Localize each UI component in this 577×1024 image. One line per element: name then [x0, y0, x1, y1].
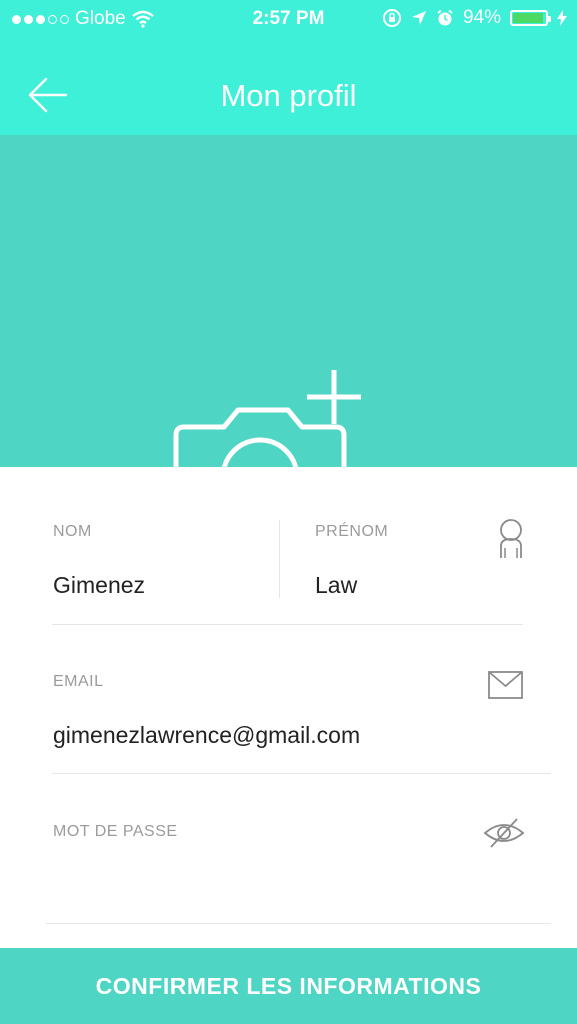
camera-add-icon[interactable] [170, 315, 410, 555]
password-label: MOT DE PASSE [53, 823, 178, 840]
confirm-button[interactable]: CONFIRMER LES INFORMATIONS [0, 948, 577, 1024]
nom-field[interactable]: Gimenez [53, 572, 145, 599]
nom-label: NOM [53, 523, 92, 540]
profile-photo-area[interactable] [0, 135, 577, 571]
status-bar: Globe 2:57 PM 94% [0, 0, 577, 38]
alarm-icon [437, 9, 453, 26]
eye-off-icon[interactable] [483, 816, 525, 850]
rotation-lock-icon [382, 9, 401, 27]
divider [52, 773, 551, 774]
status-right: 94% [382, 7, 567, 29]
divider [46, 923, 551, 924]
envelope-icon [488, 671, 523, 699]
location-icon [411, 11, 426, 25]
divider [52, 624, 523, 625]
user-icon [500, 519, 522, 558]
field-divider [279, 520, 280, 598]
prenom-field[interactable]: Law [315, 572, 357, 599]
prenom-label: PRÉNOM [315, 523, 389, 540]
email-label: EMAIL [53, 673, 104, 690]
battery-percent: 94% [462, 7, 501, 28]
header-bar: Globe 2:57 PM 94% Mon profil [0, 0, 577, 135]
charging-icon [557, 10, 567, 26]
page-title: Mon profil [220, 78, 357, 113]
email-field[interactable]: gimenezlawrence@gmail.com [53, 722, 360, 749]
battery-icon [510, 10, 551, 26]
